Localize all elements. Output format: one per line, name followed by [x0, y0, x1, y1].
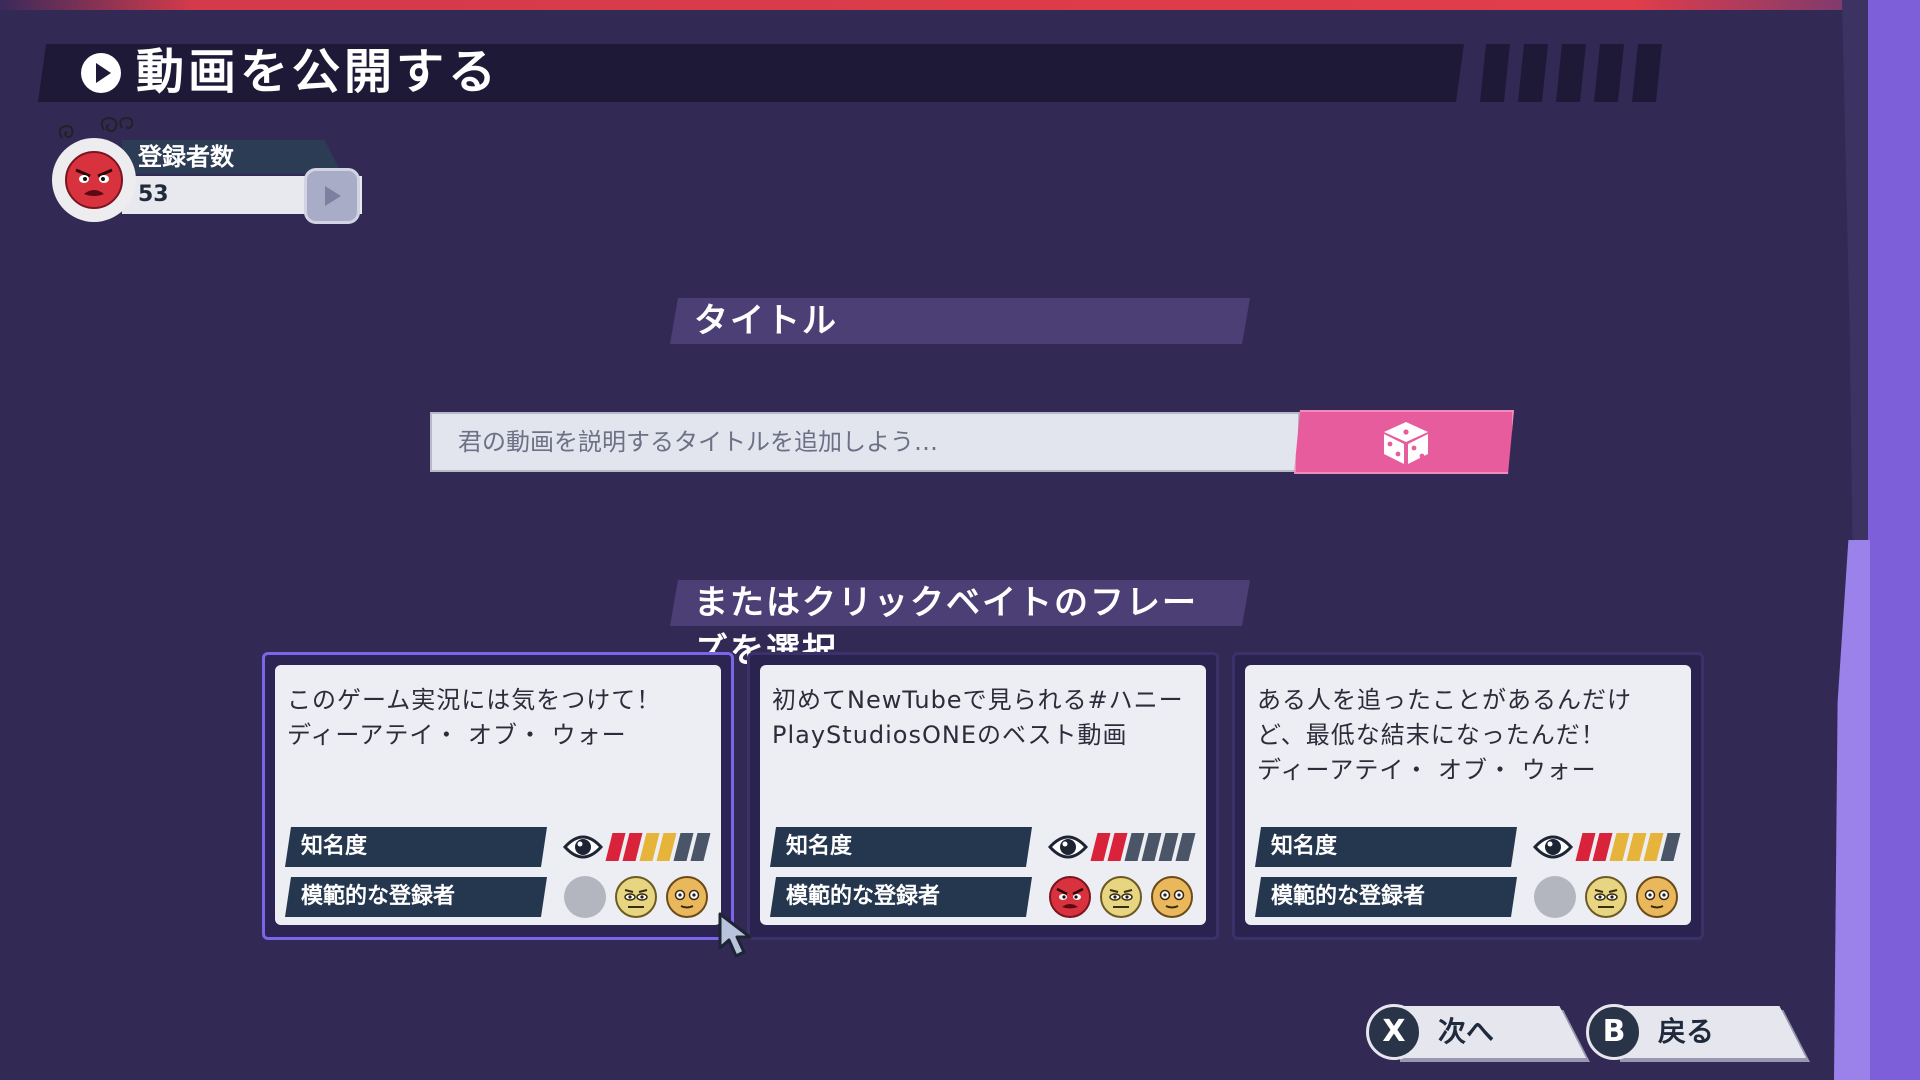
- avatar: [52, 138, 136, 222]
- angry-face-icon: [65, 151, 123, 209]
- model-subscriber-label: 模範的な登録者: [770, 877, 1032, 917]
- title-input[interactable]: [430, 412, 1300, 472]
- title-section-label: タイトル: [670, 298, 1250, 344]
- b-key-icon: B: [1586, 1004, 1642, 1060]
- fame-meter-segment: [690, 833, 711, 861]
- subscriber-face-neutral-yellow-icon: [1099, 875, 1143, 919]
- subscriber-face-calm-orange-icon: [1635, 875, 1679, 919]
- fame-meter-segment: [1660, 833, 1681, 861]
- mouse-cursor-icon: [718, 912, 752, 958]
- subscriber-face-calm-orange-icon: [1150, 875, 1194, 919]
- card-text-line: このゲーム実況には気をつけて！: [287, 686, 662, 714]
- fame-meter: [1575, 833, 1683, 861]
- card-text-line: PlayStudiosONEのベスト動画: [772, 721, 1128, 749]
- subscriber-face-neutral-yellow-icon: [614, 875, 658, 919]
- x-key-icon: X: [1366, 1004, 1422, 1060]
- subscriber-label: 登録者数: [138, 143, 234, 171]
- fame-meter: [1090, 833, 1198, 861]
- next-button[interactable]: X 次へ: [1366, 1004, 1606, 1062]
- header-dash: [1556, 44, 1586, 102]
- card-text-line: ど、最低な結末になったんだ！: [1257, 721, 1606, 749]
- subscriber-face-gray-icon: [1533, 875, 1577, 919]
- card-text-line: ある人を追ったことがあるんだけ: [1257, 686, 1632, 714]
- subscriber-face-gray-icon: [563, 875, 607, 919]
- header-dash: [1632, 44, 1662, 102]
- clickbait-section-label: またはクリックベイトのフレー: [670, 580, 1250, 626]
- page-title: 動画を公開する: [136, 44, 501, 100]
- fame-label: 知名度: [285, 827, 547, 867]
- clickbait-card[interactable]: ある人を追ったことがあるんだけ ど、最低な結末になったんだ！ ディーアテイ・ オブ・…: [1232, 652, 1704, 940]
- right-decoration-dark: [1842, 0, 1868, 560]
- clickbait-card-body: 初めてNewTubeで見られる#ハニー PlayStudiosONEのベスト動画 …: [760, 665, 1206, 925]
- header-dash: [1480, 44, 1510, 102]
- fame-label: 知名度: [770, 827, 1032, 867]
- subscriber-count: 53: [138, 182, 169, 207]
- clickbait-card[interactable]: このゲーム実況には気をつけて！ ディーアテイ・ オブ・ ウォー 知名度 模範的な登…: [262, 652, 734, 940]
- subscriber-next-button[interactable]: [304, 168, 360, 224]
- eye-icon: [1047, 831, 1089, 867]
- fame-meter: [605, 833, 713, 861]
- eye-icon: [562, 831, 604, 867]
- header-dash: [1518, 44, 1548, 102]
- back-button[interactable]: B 戻る: [1586, 1004, 1826, 1062]
- next-button-label: 次へ: [1438, 1015, 1495, 1048]
- model-subscriber-label: 模範的な登録者: [285, 877, 547, 917]
- subscriber-face-calm-orange-icon: [665, 875, 709, 919]
- clickbait-card-body: ある人を追ったことがあるんだけ ど、最低な結末になったんだ！ ディーアテイ・ オブ・…: [1245, 665, 1691, 925]
- subscriber-face-neutral-yellow-icon: [1584, 875, 1628, 919]
- fame-label: 知名度: [1255, 827, 1517, 867]
- clickbait-card[interactable]: 初めてNewTubeで見られる#ハニー PlayStudiosONEのベスト動画 …: [747, 652, 1219, 940]
- card-text-line: ディーアテイ・ オブ・ ウォー: [287, 721, 627, 749]
- model-subscriber-label: 模範的な登録者: [1255, 877, 1517, 917]
- eye-icon: [1532, 831, 1574, 867]
- top-stripe: [0, 0, 1920, 10]
- clickbait-card-body: このゲーム実況には気をつけて！ ディーアテイ・ オブ・ ウォー 知名度 模範的な登…: [275, 665, 721, 925]
- right-decoration-light: [1834, 540, 1870, 1080]
- fame-meter-segment: [1175, 833, 1196, 861]
- clickbait-text: ある人を追ったことがあるんだけ ど、最低な結末になったんだ！ ディーアテイ・ オブ・…: [1257, 683, 1677, 788]
- card-text-line: ディーアテイ・ オブ・ ウォー: [1257, 756, 1597, 784]
- dice-icon: [1380, 420, 1432, 466]
- random-title-button[interactable]: [1294, 410, 1514, 474]
- card-text-line: 初めてNewTubeで見られる#ハニー: [772, 686, 1184, 714]
- clickbait-text: 初めてNewTubeで見られる#ハニー PlayStudiosONEのベスト動画: [772, 683, 1192, 753]
- play-icon: [80, 52, 122, 94]
- play-arrow-icon: [325, 186, 341, 206]
- subscriber-panel: 登録者数 53: [52, 116, 372, 226]
- header-dash: [1594, 44, 1624, 102]
- clickbait-text: このゲーム実況には気をつけて！ ディーアテイ・ オブ・ ウォー: [287, 683, 707, 753]
- back-button-label: 戻る: [1658, 1015, 1715, 1048]
- subscriber-face-angry-red-icon: [1048, 875, 1092, 919]
